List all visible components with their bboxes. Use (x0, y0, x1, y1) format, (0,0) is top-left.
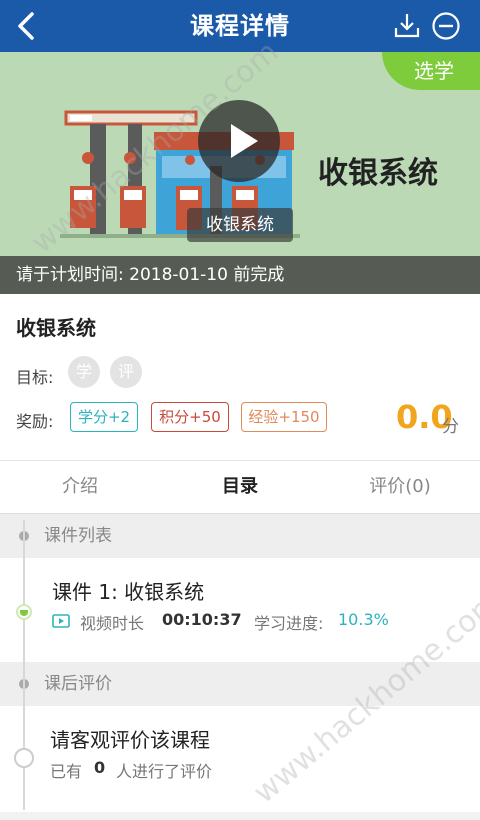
tab-catalog[interactable]: 目录 (160, 461, 320, 513)
empty-node-icon (14, 748, 34, 768)
courseware-item[interactable]: 课件 1: 收银系统 视频时长 00:10:37 学习进度: 10.3% (0, 558, 480, 662)
review-section-title: 课后评价 (44, 674, 112, 694)
review-count-prefix: 已有 (50, 762, 83, 781)
courseware-section-header: 课件列表 (0, 514, 480, 558)
tab-intro[interactable]: 介绍 (0, 461, 160, 513)
reward-label: 奖励: (16, 412, 54, 431)
reward-experience: 经验+150 (241, 402, 327, 432)
minus-circle-icon[interactable] (430, 10, 462, 42)
course-info-panel: 收银系统 目标: 学 评 奖励: 学分+2 积分+50 经验+150 0.0 分 (0, 294, 480, 460)
reward-points: 积分+50 (151, 402, 229, 432)
hero-course-title: 收银系统 (318, 156, 438, 191)
goal-label: 目标: (16, 368, 54, 387)
video-duration: 00:10:37 (162, 610, 242, 629)
play-button[interactable] (198, 100, 280, 182)
review-count: 0 (94, 758, 106, 777)
course-video-banner[interactable]: 选学 收银系统 收银系统 请于计划时间: 2018-01-10 前完成 (0, 52, 480, 294)
course-name: 收银系统 (16, 316, 96, 340)
courseware-title: 课件 1: 收银系统 (52, 580, 205, 604)
goal-badge-learn: 学 (68, 356, 100, 388)
tab-reviews[interactable]: 评价(0) (320, 461, 480, 513)
reward-credit: 学分+2 (70, 402, 138, 432)
play-icon (231, 124, 258, 158)
score-unit: 分 (442, 417, 459, 437)
elective-ribbon: 选学 (382, 52, 480, 90)
progress-node-icon (16, 604, 32, 620)
video-caption: 收银系统 (187, 208, 293, 242)
progress-value: 10.3% (338, 610, 389, 629)
review-item[interactable]: 请客观评价该课程 已有 0 人进行了评价 (0, 706, 480, 812)
video-duration-label: 视频时长 (80, 614, 145, 633)
course-tabs: 介绍 目录 评价(0) (0, 460, 480, 514)
review-prompt: 请客观评价该课程 (50, 728, 210, 752)
top-bar: 课程详情 (0, 0, 480, 52)
progress-label: 学习进度: (254, 614, 324, 633)
video-icon (52, 614, 70, 628)
courseware-section-title: 课件列表 (44, 526, 112, 546)
download-icon[interactable] (392, 10, 422, 40)
plan-deadline: 请于计划时间: 2018-01-10 前完成 (0, 256, 480, 294)
review-count-suffix: 人进行了评价 (116, 762, 213, 781)
review-section-header: 课后评价 (0, 662, 480, 706)
goal-badge-review: 评 (110, 356, 142, 388)
